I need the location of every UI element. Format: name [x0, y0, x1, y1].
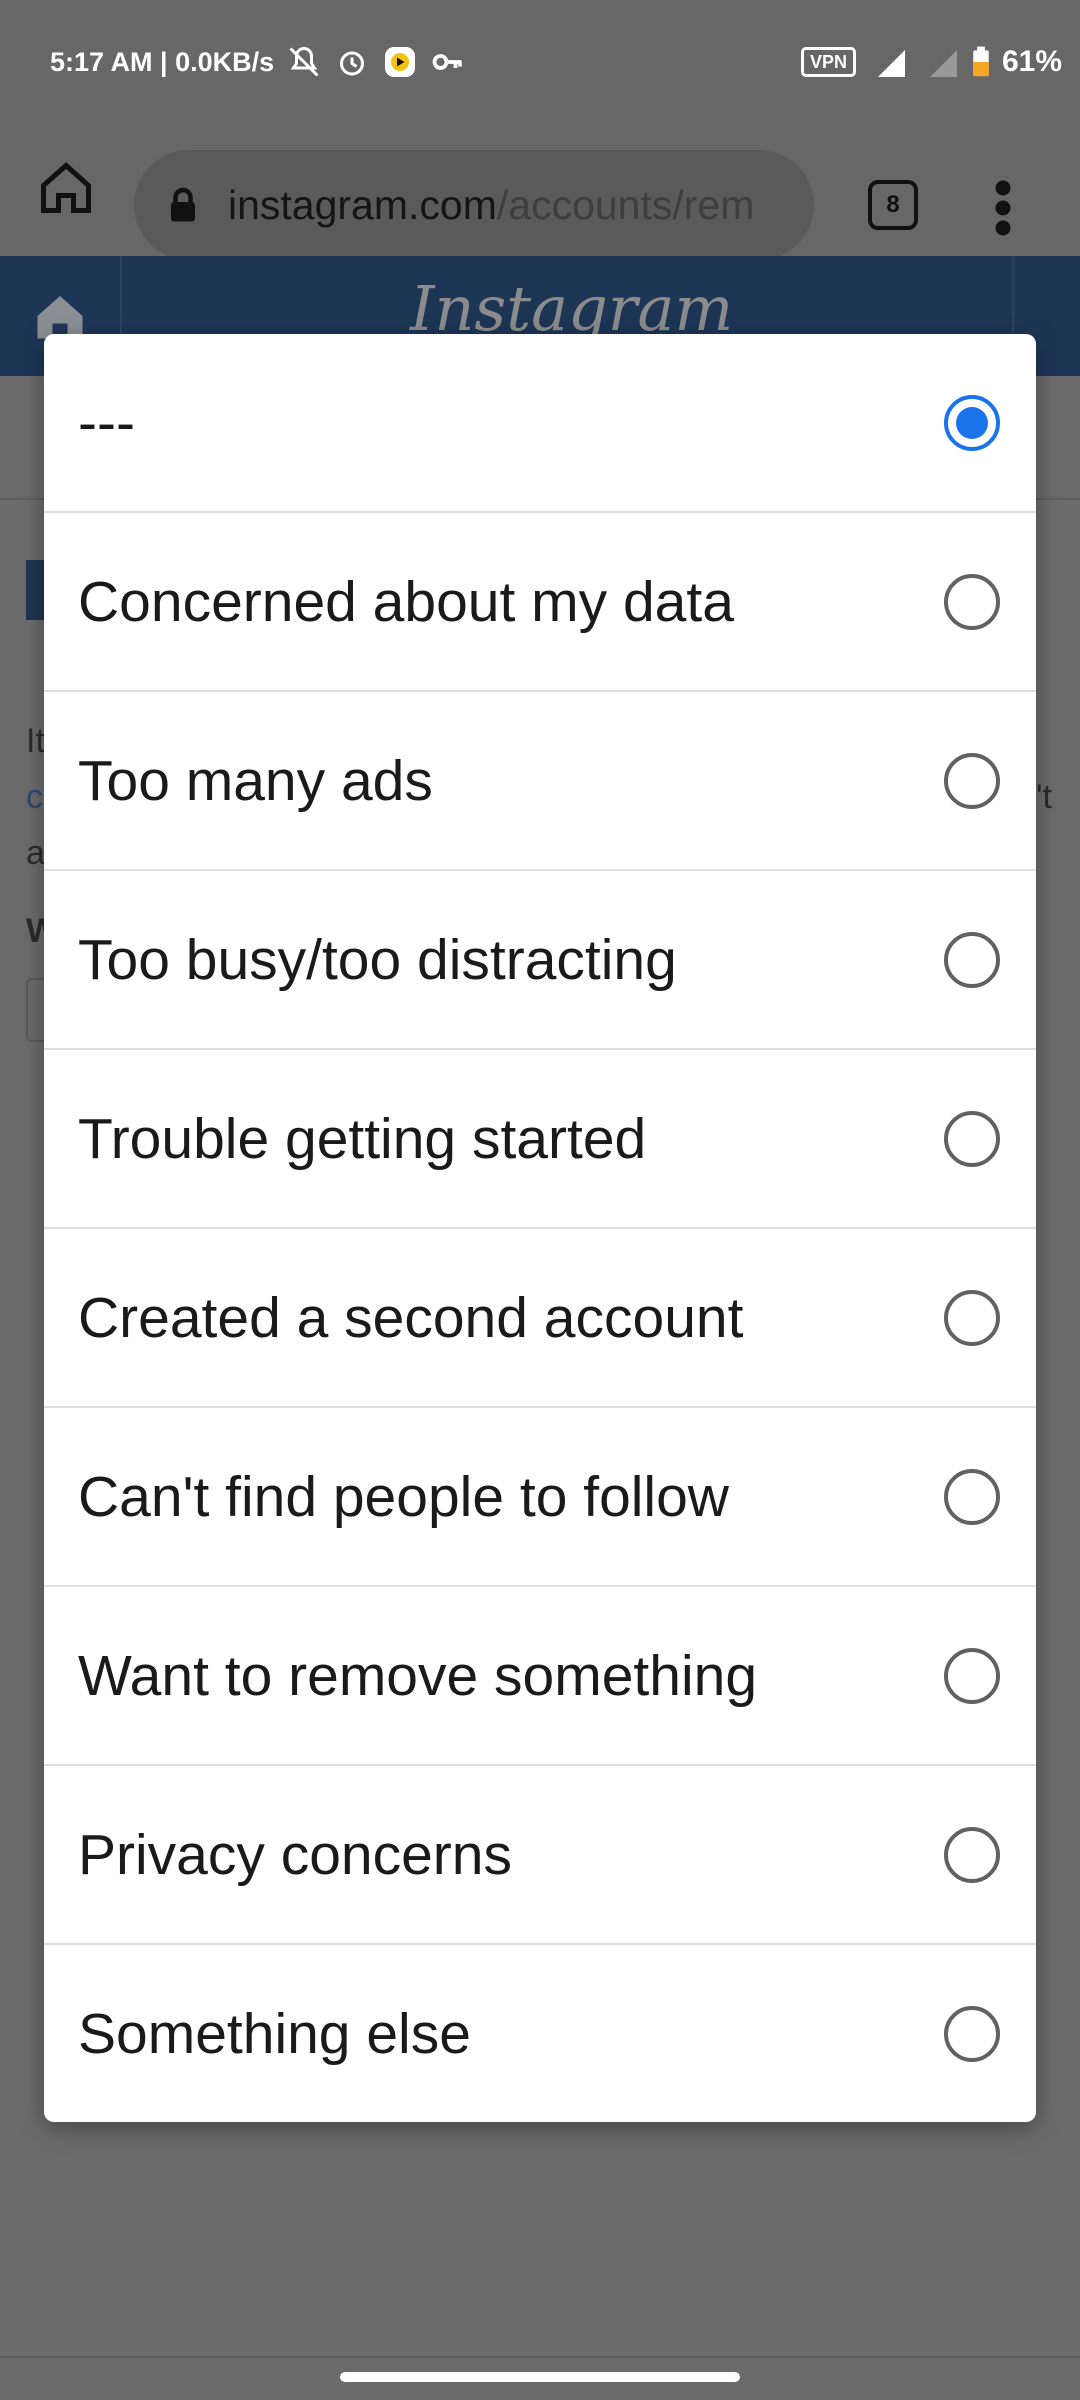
option-too-busy[interactable]: Too busy/too distracting	[44, 871, 1036, 1050]
reason-picker-dialog: --- Concerned about my data Too many ads…	[44, 334, 1036, 2122]
status-right: VPN 61%	[800, 44, 1062, 80]
address-bar[interactable]: instagram.com/accounts/rem	[134, 150, 814, 260]
status-left: 5:17 AM | 0.0KB/s	[50, 44, 466, 80]
url-text: instagram.com/accounts/rem	[228, 182, 754, 229]
signal-icon	[877, 50, 905, 77]
option-remove-something[interactable]: Want to remove something	[44, 1587, 1036, 1766]
page-text-fragment: It	[26, 722, 45, 760]
option-label: Concerned about my data	[78, 569, 734, 634]
option-label: Too many ads	[78, 748, 433, 813]
vpn-badge: VPN	[800, 47, 856, 77]
radio-icon[interactable]	[944, 573, 1000, 630]
tab-switcher-button[interactable]: 8	[868, 180, 918, 230]
radio-icon[interactable]	[944, 2006, 1000, 2062]
home-icon[interactable]	[36, 158, 96, 218]
battery-percent: 61%	[1001, 45, 1062, 78]
browser-toolbar: instagram.com/accounts/rem 8	[0, 128, 1080, 260]
radio-icon[interactable]	[944, 1289, 1000, 1346]
url-path: /accounts/rem	[496, 181, 755, 228]
option-label: Created a second account	[78, 1285, 744, 1350]
option-label: Something else	[78, 2002, 471, 2066]
option-label: Trouble getting started	[78, 1106, 647, 1171]
option-label: Want to remove something	[78, 1643, 758, 1708]
status-bar: 5:17 AM | 0.0KB/s VPN 61%	[0, 0, 1080, 128]
alarm-icon	[340, 51, 365, 76]
radio-icon[interactable]	[944, 931, 1000, 988]
radio-selected-icon[interactable]	[944, 394, 1000, 451]
radio-icon[interactable]	[944, 1110, 1000, 1167]
radio-icon[interactable]	[944, 752, 1000, 809]
gesture-handle[interactable]	[340, 2372, 740, 2382]
option-label: Too busy/too distracting	[78, 927, 677, 992]
option-privacy-concerns[interactable]: Privacy concerns	[44, 1766, 1036, 1945]
page-text-fragment: a	[26, 834, 45, 872]
radio-icon[interactable]	[944, 1826, 1000, 1883]
option-label: ---	[78, 390, 135, 455]
option-placeholder[interactable]: ---	[44, 334, 1036, 513]
option-concerned-about-data[interactable]: Concerned about my data	[44, 513, 1036, 692]
page-link-fragment: c	[26, 778, 43, 816]
lock-icon	[171, 187, 195, 222]
navigation-divider	[0, 2356, 1080, 2358]
battery-icon	[973, 46, 989, 77]
option-label: Privacy concerns	[78, 1822, 512, 1887]
radio-icon[interactable]	[944, 1468, 1000, 1525]
app-notification-icon	[385, 47, 416, 77]
mute-icon	[289, 46, 319, 77]
signal-weak-icon	[929, 50, 957, 77]
option-trouble-getting-started[interactable]: Trouble getting started	[44, 1050, 1036, 1229]
page-text-fragment: 't	[1036, 778, 1052, 816]
option-something-else[interactable]: Something else	[44, 1945, 1036, 2122]
option-label: Can't find people to follow	[78, 1464, 729, 1529]
option-second-account[interactable]: Created a second account	[44, 1229, 1036, 1408]
option-too-many-ads[interactable]: Too many ads	[44, 692, 1036, 871]
url-domain: instagram.com	[228, 181, 497, 228]
key-icon	[432, 54, 463, 70]
more-menu-icon[interactable]	[988, 178, 1018, 238]
status-time-speed: 5:17 AM | 0.0KB/s	[50, 46, 275, 77]
option-cant-find-people[interactable]: Can't find people to follow	[44, 1408, 1036, 1587]
radio-icon[interactable]	[944, 1647, 1000, 1704]
